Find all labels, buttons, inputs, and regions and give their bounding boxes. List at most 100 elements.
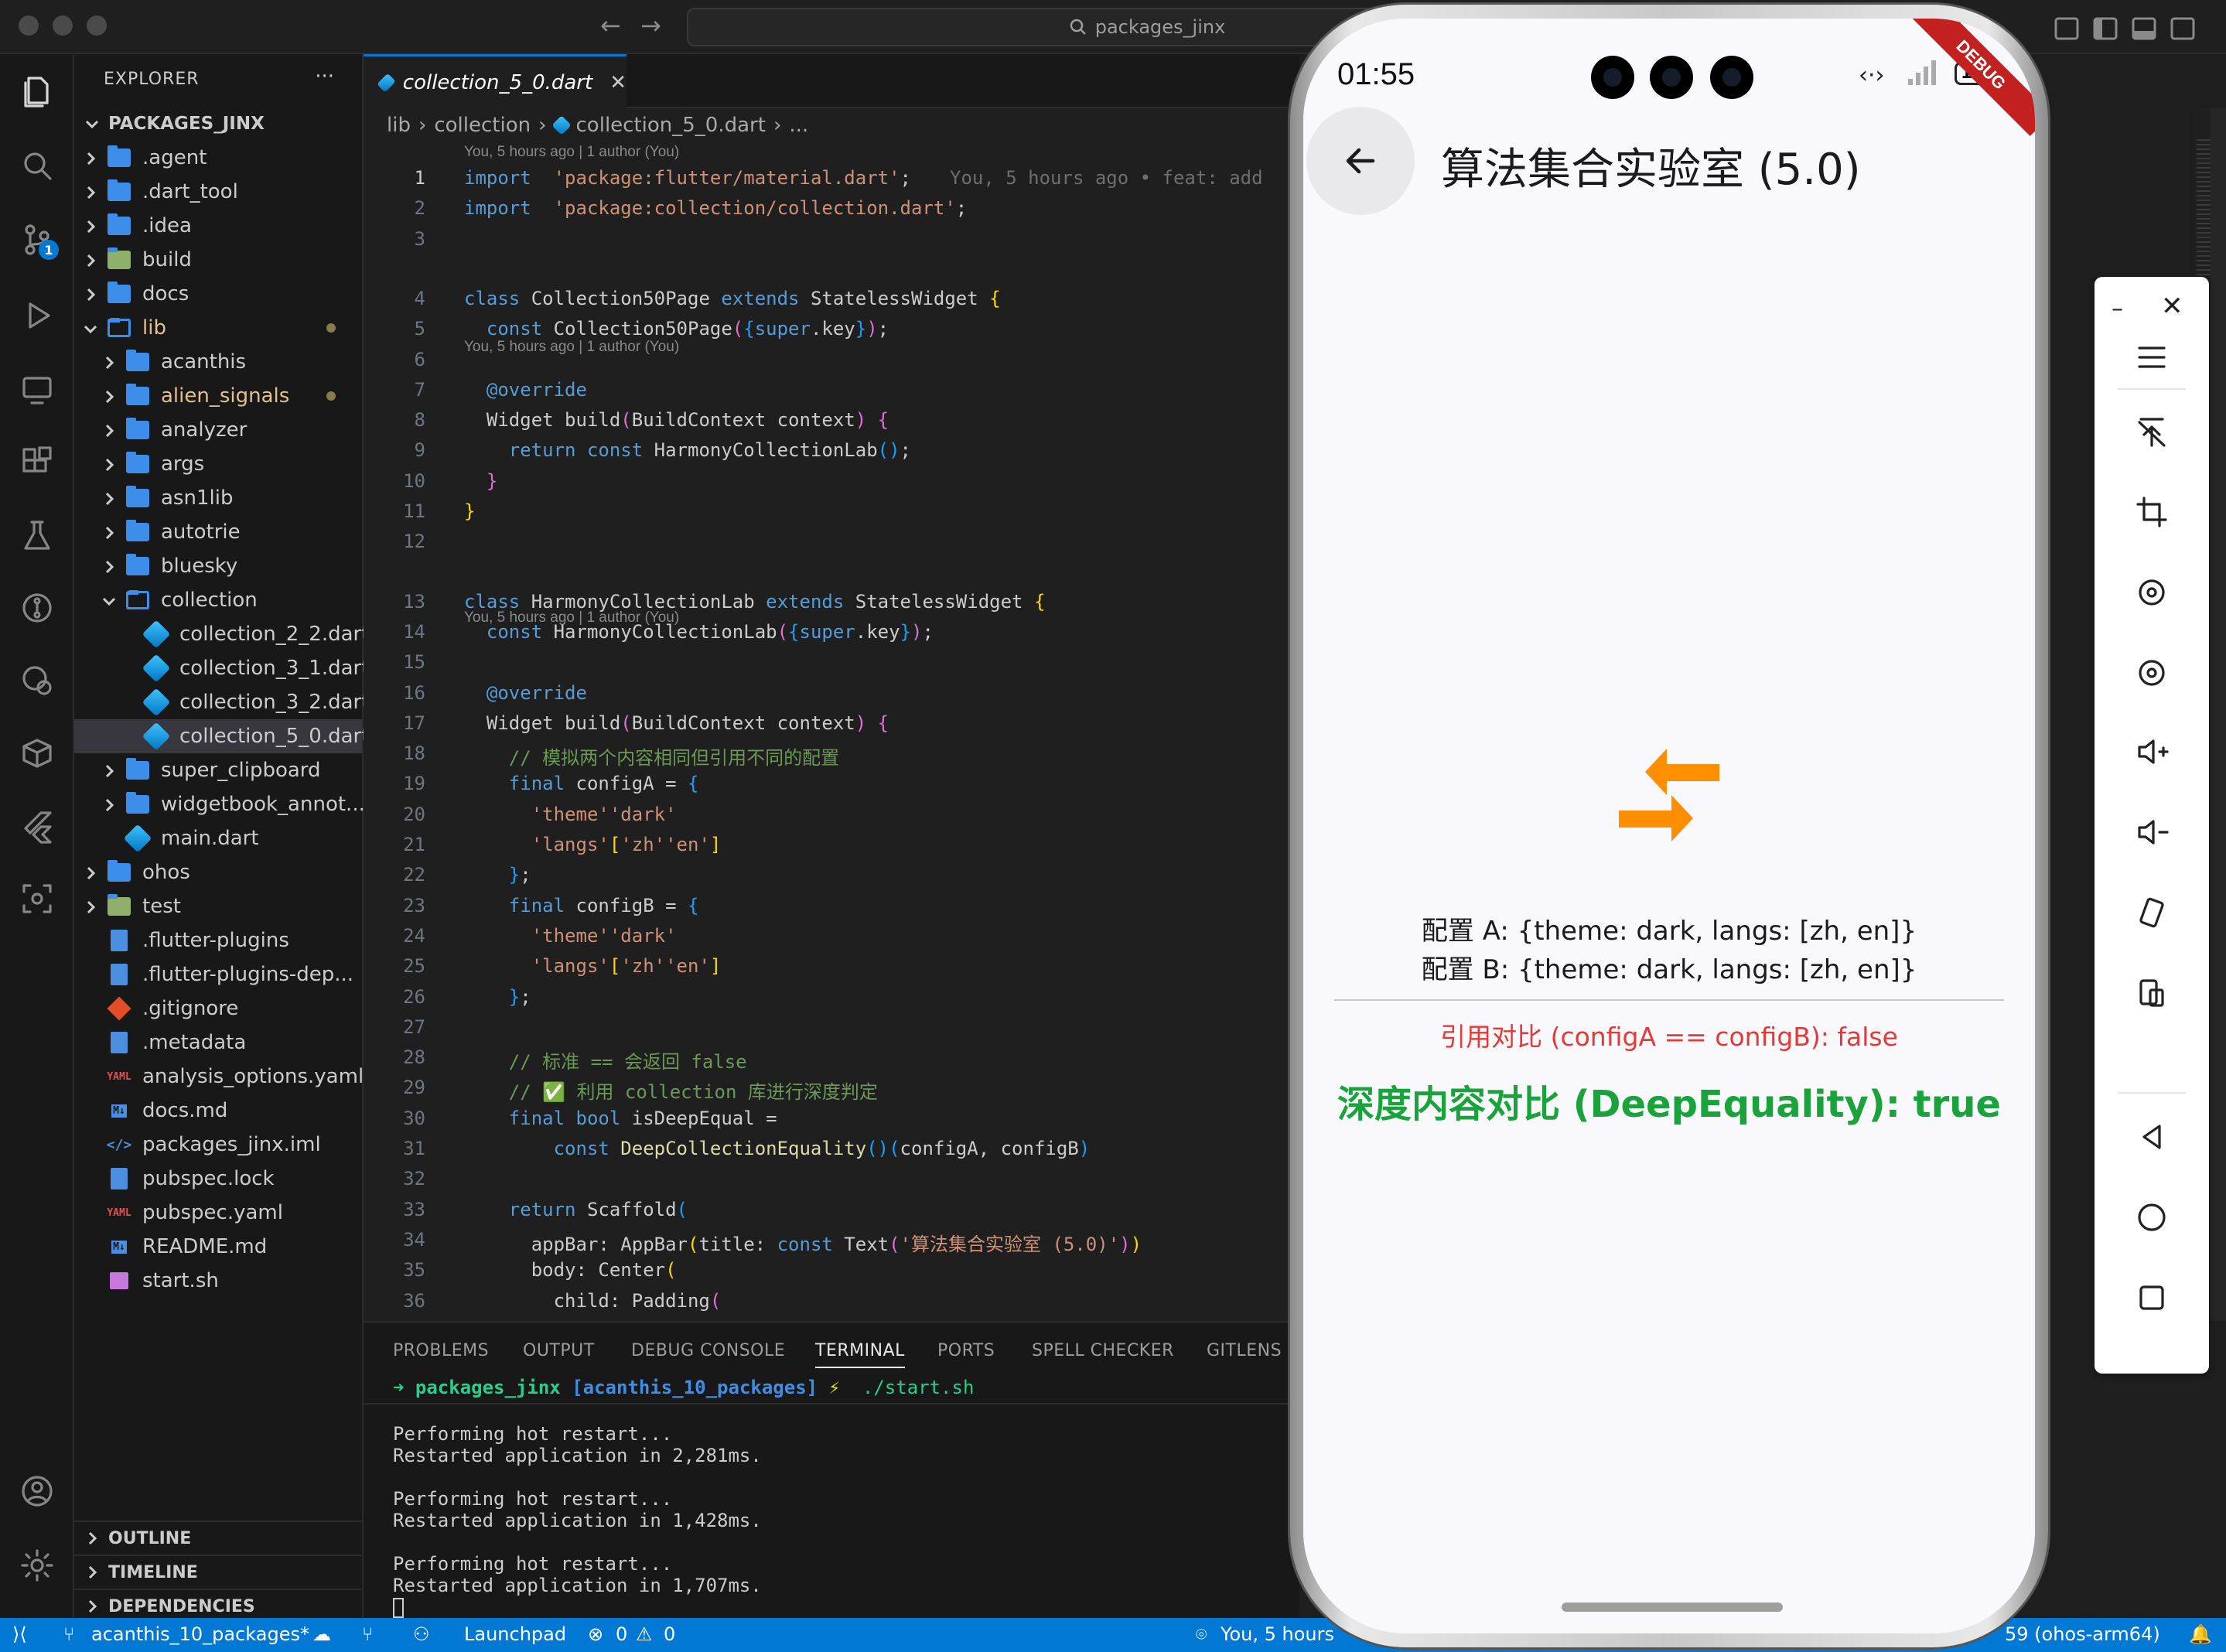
minimize-icon[interactable]: – [2112,295,2123,323]
file-item[interactable]: collection_2_2.dart [74,617,369,651]
device-selector[interactable]: 59 (ohos-arm64) [2005,1623,2160,1645]
git-graph-status-icon[interactable]: ⑂ [362,1623,373,1645]
forward-arrow-icon[interactable]: → [640,11,661,40]
folder-item[interactable]: super_clipboard [74,753,362,787]
file-item[interactable]: collection_3_2.dart [74,685,369,719]
minimize-window-button[interactable] [53,15,73,36]
account-icon[interactable] [15,1469,59,1513]
folder-item[interactable]: ohos [74,855,362,889]
folder-item[interactable]: autotrie [74,515,362,549]
folder-item[interactable]: lib [74,311,362,345]
search-icon[interactable] [15,144,59,187]
file-item[interactable]: main.dart [74,821,362,855]
terminal-output[interactable]: Performing hot restart... Restarted appl… [393,1423,762,1596]
codelens-line-4[interactable]: You, 5 hours ago | 1 author (You) [464,339,679,356]
tab-gitlens[interactable]: GITLENS [1207,1341,1282,1360]
nav-home-icon[interactable] [2121,1194,2183,1241]
folder-item[interactable]: collection [74,583,362,617]
pin-off-icon[interactable] [2121,408,2183,455]
folder-item[interactable]: build [74,243,362,277]
inline-blame[interactable]: You, 5 hours ago • feat: add [950,167,1263,189]
folder-item[interactable]: alien_signals [74,379,362,413]
gitlens-icon[interactable] [15,586,59,630]
launchpad-label[interactable]: Launchpad [464,1623,566,1645]
breadcrumb-lib[interactable]: lib [387,114,411,137]
outline-section[interactable]: OUTLINE [74,1521,362,1555]
tab-output[interactable]: OUTPUT [523,1341,595,1360]
rotate-right-icon[interactable] [2121,650,2183,696]
folder-item[interactable]: acanthis [74,345,362,379]
sync-icon[interactable]: ☁ [312,1623,331,1645]
folder-item[interactable]: docs [74,277,362,311]
file-item[interactable]: .metadata [74,1026,362,1060]
warning-count[interactable]: 0 [664,1623,675,1645]
file-item[interactable]: start.sh [74,1264,362,1298]
warning-icon[interactable]: ⚠ [636,1623,653,1645]
flutter-icon[interactable] [15,804,59,848]
volume-down-icon[interactable] [2121,809,2183,855]
timeline-section[interactable]: TIMELINE [74,1555,362,1589]
remote-explorer-icon[interactable] [15,368,59,411]
explorer-more-icon[interactable]: ··· [315,65,334,88]
file-item[interactable]: M↓ README.md [74,1230,362,1264]
menu-icon[interactable] [2121,334,2183,381]
close-tab-icon[interactable]: ✕ [609,71,626,94]
error-icon[interactable]: ⊗ [588,1623,603,1645]
blame-status[interactable]: You, 5 hours [1221,1623,1334,1645]
breadcrumb-collection[interactable]: collection [434,114,531,137]
run-debug-icon[interactable] [15,294,59,337]
testing-icon[interactable] [15,514,59,557]
tab-ports[interactable]: PORTS [937,1341,995,1360]
tab-spell-checker[interactable]: SPELL CHECKER [1032,1341,1174,1360]
multi-screen-icon[interactable] [2121,970,2183,1016]
settings-gear-icon[interactable] [15,1544,59,1587]
rotate-left-icon[interactable] [2121,569,2183,616]
package-icon[interactable] [15,732,59,775]
folder-item[interactable]: analyzer [74,413,362,447]
crop-icon[interactable] [2121,489,2183,535]
file-item[interactable]: YAML pubspec.yaml [74,1196,362,1230]
file-item[interactable]: collection_3_1.dart [74,651,369,685]
tab-problems[interactable]: PROBLEMS [393,1341,489,1360]
folder-item[interactable]: .dart_tool [74,175,362,209]
nav-back-icon[interactable] [2121,1114,2183,1160]
folder-item[interactable]: args [74,447,362,481]
notifications-icon[interactable]: 🔔 [2189,1623,2212,1645]
close-icon[interactable]: ✕ [2161,291,2183,322]
back-button[interactable] [1306,107,1415,215]
file-item[interactable]: .flutter-plugins [74,923,362,957]
breadcrumb-file[interactable]: collection_5_0.dart [576,114,766,137]
explorer-icon[interactable] [15,70,59,113]
file-item[interactable]: M↓ docs.md [74,1094,362,1128]
tab-collection-5-0[interactable]: collection_5_0.dart ✕ [364,54,626,108]
back-arrow-icon[interactable]: ← [600,11,621,40]
layout-controls-icon[interactable] [2054,15,2201,42]
branch-name[interactable]: acanthis_10_packages* [91,1623,309,1645]
codelens-line-1[interactable]: You, 5 hours ago | 1 author (You) [464,144,679,161]
file-item[interactable]: YAML analysis_options.yaml [74,1060,364,1094]
folder-item[interactable]: widgetbook_annot... [74,787,365,821]
file-item[interactable]: pubspec.lock [74,1162,362,1196]
extensions-icon[interactable] [15,441,59,484]
nav-recents-icon[interactable] [2121,1275,2183,1321]
rotate-device-icon[interactable] [2121,889,2183,936]
source-control-icon[interactable]: 1 [15,218,59,261]
close-window-button[interactable] [19,15,39,36]
breadcrumb-symbol[interactable]: ... [789,114,808,137]
code-editor[interactable]: You, 5 hours ago | 1 author (You) You, 5… [364,142,1299,1433]
file-item[interactable]: .flutter-plugins-dep... [74,957,362,992]
git-graph-icon[interactable] [15,659,59,702]
folder-item[interactable]: bluesky [74,549,362,583]
volume-up-icon[interactable] [2121,729,2183,775]
explorer-root-folder[interactable]: PACKAGES_JINX [74,107,362,141]
screen-capture-icon[interactable] [15,877,59,920]
error-count[interactable]: 0 [616,1623,627,1645]
maximize-window-button[interactable] [87,15,107,36]
file-item[interactable]: .gitignore [74,992,362,1026]
folder-item[interactable]: .idea [74,209,362,243]
tab-terminal[interactable]: TERMINAL [815,1341,905,1368]
folder-item[interactable]: asn1lib [74,481,362,515]
tab-debug-console[interactable]: DEBUG CONSOLE [631,1341,785,1360]
folder-item[interactable]: test [74,889,362,923]
remote-icon[interactable]: ⟩⟨ [12,1623,27,1645]
